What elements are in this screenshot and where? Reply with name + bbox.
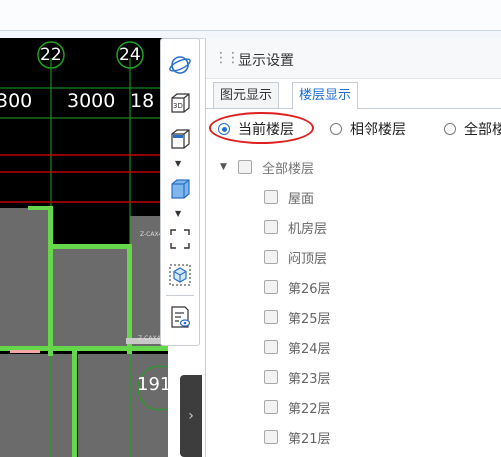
- checkbox[interactable]: [264, 280, 278, 294]
- drag-grip-icon[interactable]: ⋮⋮: [214, 50, 240, 66]
- tree-item-label: 第26层: [288, 281, 331, 297]
- display-settings-icon: [171, 306, 191, 328]
- tree-item-floor-22[interactable]: 第22层: [264, 398, 331, 417]
- checkbox[interactable]: [264, 400, 278, 414]
- display-settings-panel: ⋮⋮ 显示设置 图元显示 楼层显示 当前楼层 相邻楼层 全部楼 ▼ 全部楼层 屋…: [205, 38, 501, 457]
- checkbox[interactable]: [264, 430, 278, 444]
- axis-label-24: 24: [119, 45, 141, 65]
- tree-item-floor-23[interactable]: 第23层: [264, 368, 331, 387]
- wall-vertical-22: [48, 206, 53, 356]
- wall-mid: [50, 244, 132, 249]
- checkbox[interactable]: [264, 250, 278, 264]
- dimension-label-2: 3000: [67, 90, 116, 112]
- tree-item-floor-26[interactable]: 第26层: [264, 278, 331, 297]
- axis-label-22: 22: [40, 45, 62, 65]
- svg-text:3D: 3D: [173, 102, 183, 110]
- tab-bar: 图元显示 楼层显示: [206, 78, 501, 109]
- cad-canvas[interactable]: 22 24 300 3000 18 Z-CAX4 Z-CAX4 1910: [0, 38, 168, 457]
- cube-button[interactable]: [166, 175, 194, 203]
- tree-item-label: 第24层: [288, 341, 331, 357]
- orbit-icon: [169, 56, 191, 74]
- cube-icon: [171, 179, 190, 199]
- expand-panel-button[interactable]: ›: [180, 375, 202, 457]
- checkbox[interactable]: [264, 310, 278, 324]
- dimension-label-1: 300: [0, 90, 33, 112]
- wall-vertical-lower: [72, 350, 77, 457]
- radio-dot[interactable]: [444, 123, 456, 135]
- view-toolbar: 3D ▼ ▼: [160, 38, 200, 346]
- view-3d-button[interactable]: 3D: [166, 89, 194, 117]
- checkbox[interactable]: [264, 190, 278, 204]
- tree-item-floor-24[interactable]: 第24层: [264, 338, 331, 357]
- red-highlight-annotation: [209, 112, 314, 144]
- tab-element-display[interactable]: 图元显示: [213, 82, 280, 108]
- display-settings-button[interactable]: [166, 303, 194, 331]
- checkbox[interactable]: [264, 370, 278, 384]
- radio-all-floors[interactable]: 全部楼: [444, 120, 501, 138]
- wall-vertical-24: [127, 244, 132, 354]
- radio-adjacent-floors[interactable]: 相邻楼层: [330, 120, 406, 138]
- panel-title: 显示设置: [238, 53, 294, 69]
- tree-item-attic[interactable]: 闷顶层: [264, 248, 328, 267]
- wall-pink-segment: [10, 350, 40, 353]
- tree-item-label: 第21层: [288, 431, 331, 447]
- tree-item-label: 屋面: [288, 191, 315, 207]
- box-view-button[interactable]: [166, 125, 194, 153]
- tree-item-label: 第22层: [288, 401, 331, 417]
- display-cube-button[interactable]: [166, 261, 194, 289]
- tree-item-label: 第25层: [288, 311, 331, 327]
- fit-view-button[interactable]: [166, 225, 194, 253]
- checkbox[interactable]: [264, 220, 278, 234]
- orbit-button[interactable]: [166, 51, 194, 79]
- tree-root-all-floors[interactable]: ▼ 全部楼层: [220, 158, 315, 177]
- tree-item-floor-21[interactable]: 第21层: [264, 428, 331, 447]
- slab-left-upper: [0, 208, 50, 348]
- slab-mid-upper: [52, 248, 130, 348]
- tab-floor-display[interactable]: 楼层显示: [292, 82, 359, 109]
- tree-root-label: 全部楼层: [262, 161, 315, 177]
- tree-item-machine-room[interactable]: 机房层: [264, 218, 328, 237]
- tree-item-roof[interactable]: 屋面: [264, 188, 315, 207]
- radio-dot[interactable]: [330, 123, 342, 135]
- chevron-right-icon: ›: [188, 408, 194, 424]
- checkbox[interactable]: [264, 340, 278, 354]
- box-view-dropdown-icon[interactable]: ▼: [175, 159, 181, 168]
- box-view-icon: [171, 129, 190, 149]
- checkbox-all-floors[interactable]: [238, 160, 252, 174]
- cube-dropdown-icon[interactable]: ▼: [175, 209, 181, 218]
- display-cube-icon: [169, 264, 191, 286]
- tree-item-label: 第23层: [288, 371, 331, 387]
- ribbon-strip: [0, 0, 501, 39]
- tree-item-floor-25[interactable]: 第25层: [264, 308, 331, 327]
- slab-left-lower: [0, 354, 72, 457]
- tree-item-label: 闷顶层: [288, 251, 328, 267]
- radio-label-adjacent-floors: 相邻楼层: [350, 122, 406, 138]
- panel-header: ⋮⋮ 显示设置: [206, 38, 501, 79]
- ribbon-inner: [0, 0, 501, 31]
- view-3d-icon: 3D: [171, 93, 190, 113]
- caret-down-icon[interactable]: ▼: [220, 162, 238, 172]
- toolbar-divider: [166, 295, 194, 296]
- dimension-label-3: 18: [130, 90, 155, 112]
- tree-item-label: 机房层: [288, 221, 328, 237]
- room-label: 1910: [137, 374, 168, 395]
- segment-label-2: Z-CAX4: [138, 335, 161, 342]
- slab-right-lower: [78, 354, 168, 457]
- radio-label-all-floors: 全部楼: [464, 122, 501, 138]
- fit-view-icon: [170, 229, 190, 249]
